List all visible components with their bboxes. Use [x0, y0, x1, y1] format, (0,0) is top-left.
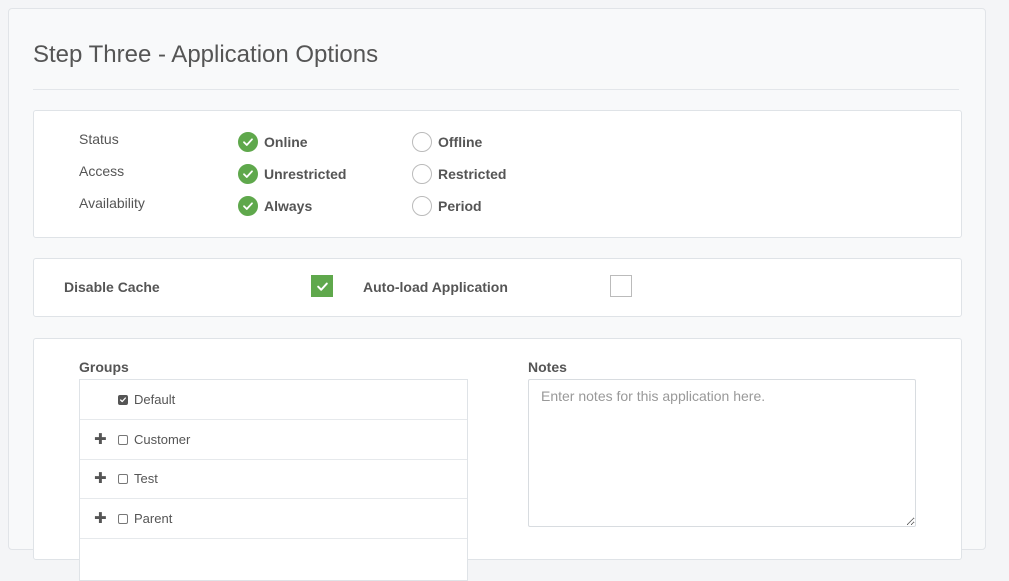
tree-item-customer[interactable]: ✚ Customer [80, 420, 467, 460]
plus-icon[interactable]: ✚ [94, 471, 107, 486]
access-restricted-label: Restricted [438, 166, 507, 182]
application-options-card: Step Three - Application Options Status … [8, 8, 986, 581]
availability-always-radio[interactable]: Always [238, 196, 312, 216]
page-scroll-gutter [989, 0, 1009, 527]
access-restricted-radio[interactable]: Restricted [412, 164, 506, 184]
tree-item-parent[interactable]: ✚ Parent [80, 499, 467, 539]
status-label: Status [79, 131, 119, 147]
access-unrestricted-label: Unrestricted [264, 166, 347, 182]
disable-cache-label: Disable Cache [64, 279, 160, 295]
status-offline-radio[interactable]: Offline [412, 132, 482, 152]
status-offline-label: Offline [438, 134, 483, 150]
check-icon [238, 164, 258, 184]
tree-item-label: Default [134, 392, 176, 407]
options-panel: Status Online Offline Access Unrestricte… [33, 110, 962, 238]
access-unrestricted-radio[interactable]: Unrestricted [238, 164, 346, 184]
page-title: Step Three - Application Options [33, 41, 379, 68]
checkbox-empty-icon[interactable] [118, 434, 128, 445]
status-online-radio[interactable]: Online [238, 132, 308, 152]
availability-period-label: Period [438, 198, 482, 214]
status-online-label: Online [264, 134, 308, 150]
tree-item-default[interactable]: Default [80, 380, 467, 420]
notes-textarea[interactable] [528, 379, 916, 527]
autoload-label: Auto-load Application [363, 279, 508, 295]
availability-always-label: Always [264, 198, 313, 214]
radio-empty-icon [412, 132, 432, 152]
radio-empty-icon [412, 196, 432, 216]
disable-cache-checkbox[interactable] [311, 275, 333, 297]
plus-icon[interactable]: ✚ [94, 511, 107, 526]
groups-label: Groups [79, 359, 129, 375]
checkbox-checked-icon[interactable] [118, 394, 128, 405]
groups-tree: Default ✚ Customer ✚ Test ✚ Parent [79, 379, 468, 581]
check-icon [316, 282, 328, 291]
notes-label: Notes [528, 359, 567, 375]
availability-label: Availability [79, 195, 145, 211]
checkbox-empty-icon[interactable] [118, 513, 128, 524]
check-icon [238, 132, 258, 152]
tree-item-label: Customer [134, 432, 191, 447]
access-label: Access [79, 163, 125, 179]
cache-panel: Disable Cache Auto-load Application [33, 258, 962, 317]
availability-period-radio[interactable]: Period [412, 196, 482, 216]
check-icon [238, 196, 258, 216]
radio-empty-icon [412, 164, 432, 184]
plus-icon[interactable]: ✚ [94, 432, 107, 447]
tree-item-label: Test [134, 471, 158, 486]
title-divider [33, 89, 959, 90]
checkbox-empty-icon[interactable] [118, 473, 128, 484]
tree-item-label: Parent [134, 511, 173, 526]
tree-item-test[interactable]: ✚ Test [80, 459, 467, 499]
autoload-checkbox[interactable] [610, 275, 632, 297]
